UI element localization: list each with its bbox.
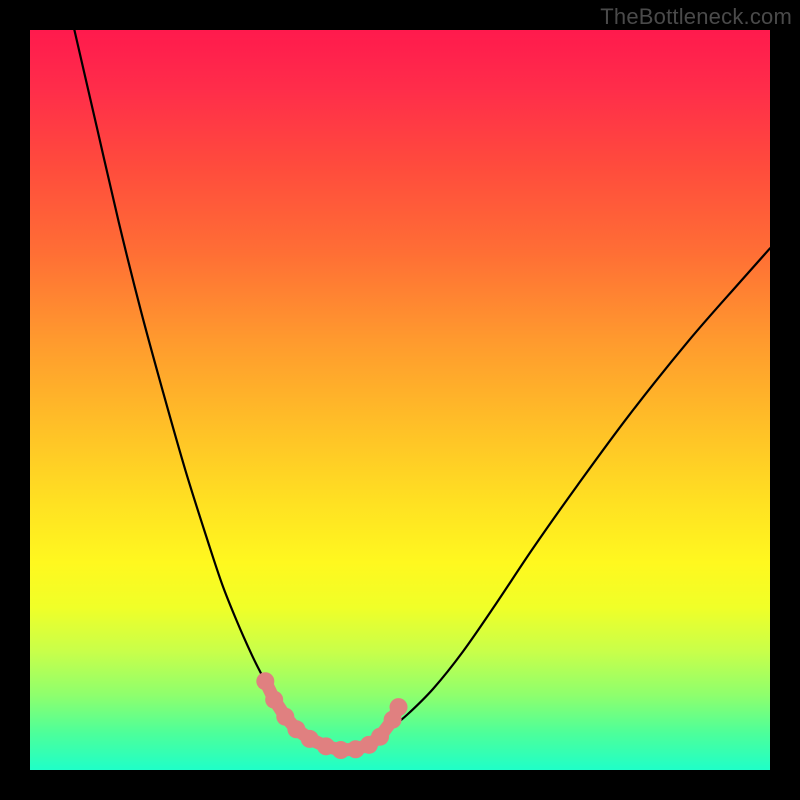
chart-frame: TheBottleneck.com [0,0,800,800]
data-marker [390,698,408,716]
data-marker [265,691,283,709]
plot-area [30,30,770,770]
bottleneck-curve [74,30,770,753]
data-marker [256,672,274,690]
data-marker [301,730,319,748]
watermark-text: TheBottleneck.com [600,4,792,30]
data-marker [371,728,389,746]
chart-svg [30,30,770,770]
